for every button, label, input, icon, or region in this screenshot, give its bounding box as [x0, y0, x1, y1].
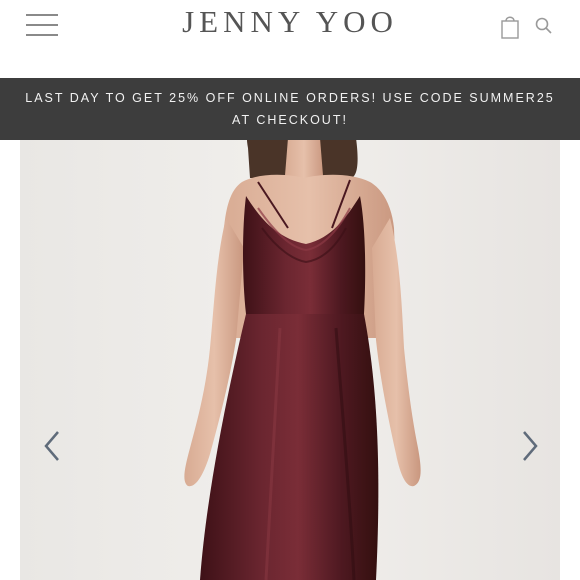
search-icon [535, 17, 552, 34]
chevron-right-icon [523, 431, 538, 461]
menu-icon-line [26, 34, 58, 36]
product-image[interactable] [20, 78, 560, 580]
chevron-left-icon [44, 431, 59, 461]
search-button[interactable] [534, 16, 554, 36]
menu-icon [26, 14, 58, 16]
menu-icon-line [26, 24, 58, 26]
product-page: JENNY YOO LAST DAY TO GET 25% OFF ONLINE… [0, 0, 580, 580]
cart-button[interactable] [500, 14, 520, 40]
site-header: JENNY YOO [0, 0, 580, 78]
brand-logo[interactable]: JENNY YOO [0, 4, 580, 40]
promo-text: LAST DAY TO GET 25% OFF ONLINE ORDERS! U… [25, 91, 555, 127]
promo-banner[interactable]: LAST DAY TO GET 25% OFF ONLINE ORDERS! U… [0, 78, 580, 140]
shopping-bag-icon [501, 16, 519, 39]
carousel-next-button[interactable] [514, 426, 544, 466]
carousel-prev-button[interactable] [38, 426, 68, 466]
menu-button[interactable] [24, 12, 62, 42]
model-photo [20, 78, 560, 580]
